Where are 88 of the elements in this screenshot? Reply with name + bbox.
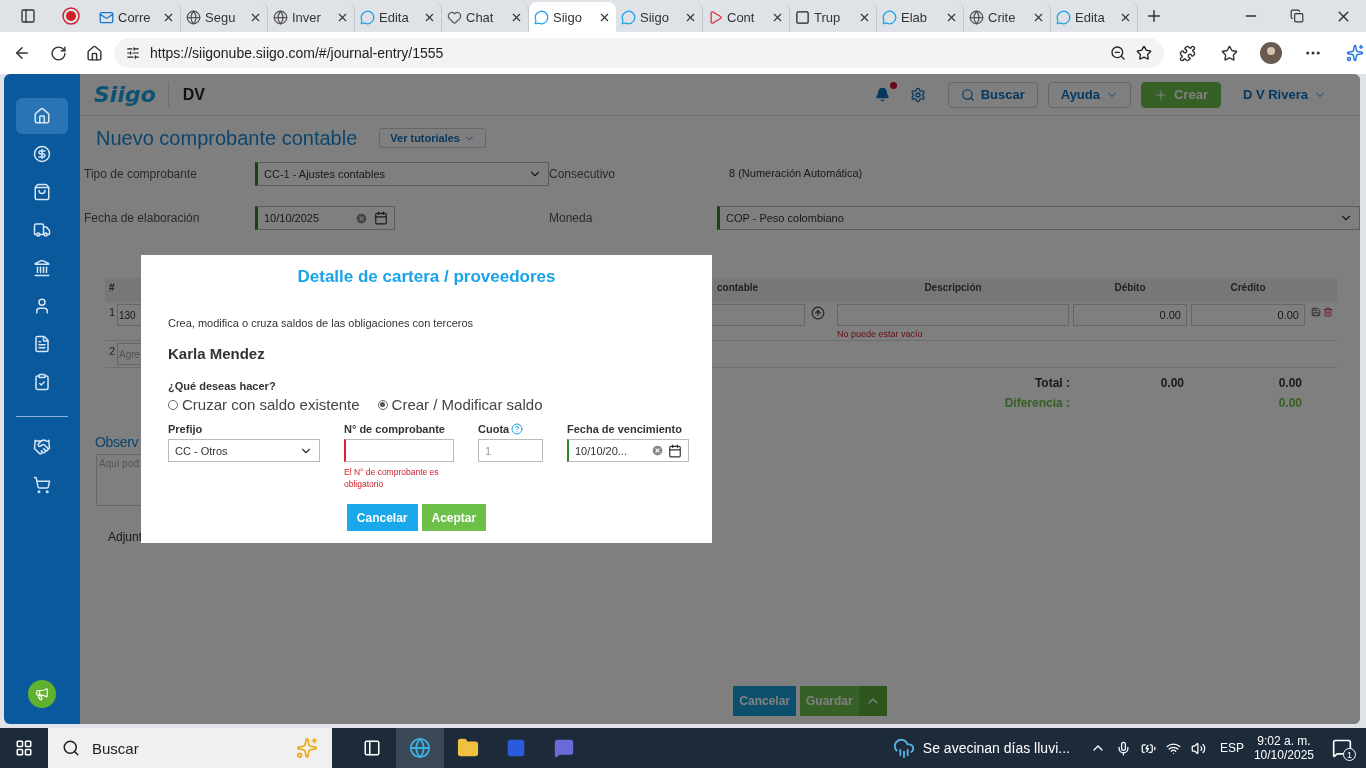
video-icon [708,9,723,25]
company-name: DV [182,85,206,104]
clear-icon[interactable] [651,444,664,457]
money-icon [33,145,51,163]
megaphone-button[interactable] [28,680,56,708]
page-title: Nuevo comprobante contable [96,126,358,150]
site-settings-icon[interactable] [126,46,140,60]
field-label: Consecutivo [549,166,617,181]
input-field[interactable] [344,439,454,462]
select-field[interactable]: COP - Peso colombiano [717,206,1360,230]
notifications-bell-icon[interactable] [874,87,890,102]
browser-tab[interactable]: Siigo [529,2,616,32]
column-header: # [108,281,116,295]
column-header: Crédito [1229,281,1267,295]
field-label: Prefijo [168,423,204,435]
bag-icon [33,183,51,201]
save-icon[interactable] [1311,306,1321,318]
home-icon [33,107,51,125]
weather-text: Se avecinan días lluvi... [922,740,1070,756]
row-number: 1 [108,305,117,320]
truck-icon [33,221,51,239]
globe-icon [186,9,201,25]
cart-icon [33,476,51,494]
weather-icon [892,737,915,759]
star-icon[interactable] [1136,45,1152,61]
search-field[interactable]: Buscar [48,728,332,768]
select-field[interactable]: CC-1 - Ajustes contables [255,162,549,186]
date-field[interactable]: 10/10/20... [567,439,689,462]
field-label: Fecha de elaboración [84,210,201,225]
megaphone-icon [35,687,49,701]
clock-date: 10/10/2025 [1253,748,1314,762]
logo: Siigo [94,82,169,107]
total-label: Total : [1034,376,1070,390]
search-icon [960,87,975,102]
zoom-out-icon[interactable] [1110,45,1126,61]
field-label: Cuota [478,423,543,435]
settings-icon[interactable] [909,86,926,103]
clear-icon[interactable] [355,211,368,225]
plus-icon [1154,87,1168,102]
field-label: Moneda [549,210,594,225]
sidebar-item[interactable] [16,98,68,134]
address-bar[interactable]: https://siigonube.siigo.com/#/journal-entry/1555 [114,38,1164,68]
square-icon [795,9,810,25]
attachments-label: Adjunt [108,530,143,544]
dialog-description: Crea, modifica o cruza saldos de las obligaciones con terceros [168,317,475,329]
contact-name: Karla Mendez [168,345,266,362]
bank-icon [33,259,51,277]
credit-field[interactable]: 0.00 [1191,304,1305,326]
field-value: 8 (Numeración Automática) [728,166,864,181]
mail-icon [99,9,114,25]
globe-icon [969,9,984,25]
clipboard-icon [33,373,51,391]
handshake-icon [33,438,51,456]
total-value: 0.00 [1277,396,1303,410]
person-icon [33,297,51,315]
column-header: Débito [1113,281,1147,295]
description-field[interactable] [837,304,1069,326]
dialog-title: Detalle de cartera / proveedores [296,267,557,287]
radio-option[interactable]: Crear / Modificar saldo [377,396,543,413]
calendar-icon[interactable] [668,443,682,458]
field-label: N° de comprobante [344,423,446,435]
column-header: Descripción [923,281,983,295]
field-label: Tipo de comprobante [84,166,198,181]
error-message: El N° de comprobante es obligatorio [344,466,440,490]
trash-icon[interactable] [1323,306,1333,318]
debit-field[interactable]: 0.00 [1073,304,1187,326]
column-header: contable [716,281,760,295]
sparkle-icon [296,737,318,759]
row-number: 2 [108,344,117,359]
microphone-icon[interactable] [1115,740,1131,756]
browser-icon[interactable] [396,728,444,768]
select-field[interactable]: CC - Otros [168,439,320,462]
language-indicator: ESP [1219,741,1244,755]
document-icon [33,335,51,353]
wifi-icon[interactable] [1165,740,1181,756]
error-message: No puede estar vacío [836,328,924,340]
question-label: ¿Qué deseas hacer? [168,380,277,392]
section-title: Observ [95,434,139,450]
total-value: 0.00 [1159,376,1185,390]
radio-option[interactable]: Cruzar con saldo existente [168,396,360,413]
date-field[interactable]: 10/10/2025 [255,206,395,230]
total-value: 0.00 [1277,376,1303,390]
clock-time: 9:02 a. m. [1257,734,1311,748]
volume-icon[interactable] [1190,740,1206,756]
total-label: Diferencia : [1004,396,1070,410]
search-icon [62,739,80,757]
globe-icon [273,9,288,25]
field-label: Fecha de vencimiento [567,423,683,435]
